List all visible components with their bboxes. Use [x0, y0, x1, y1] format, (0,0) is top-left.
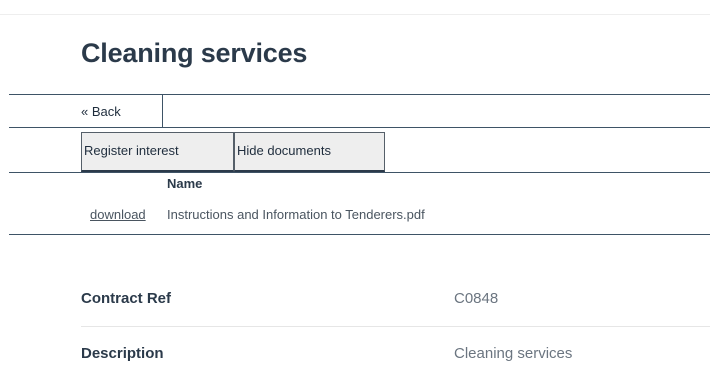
back-nav-row: « Back — [9, 94, 710, 128]
documents-name-header: Name — [167, 176, 203, 191]
download-link[interactable]: download — [90, 207, 146, 222]
back-cell: « Back — [81, 95, 163, 127]
description-label: Description — [81, 345, 164, 362]
contract-ref-label: Contract Ref — [81, 290, 172, 307]
action-button-row: Register interest Hide documents — [9, 131, 710, 173]
description-value: Cleaning services — [454, 345, 573, 362]
tender-detail-page: Cleaning services « Back Register intere… — [0, 0, 710, 367]
register-interest-button[interactable]: Register interest — [81, 132, 234, 172]
documents-divider — [9, 234, 710, 235]
contract-ref-value: C0848 — [454, 290, 499, 307]
details-divider — [81, 326, 710, 327]
page-title: Cleaning services — [81, 38, 308, 68]
back-link[interactable]: « Back — [81, 104, 121, 119]
document-row: download Instructions and Information to… — [90, 207, 425, 222]
top-divider — [0, 14, 710, 15]
hide-documents-button[interactable]: Hide documents — [234, 132, 385, 172]
document-name: Instructions and Information to Tenderer… — [167, 207, 425, 222]
